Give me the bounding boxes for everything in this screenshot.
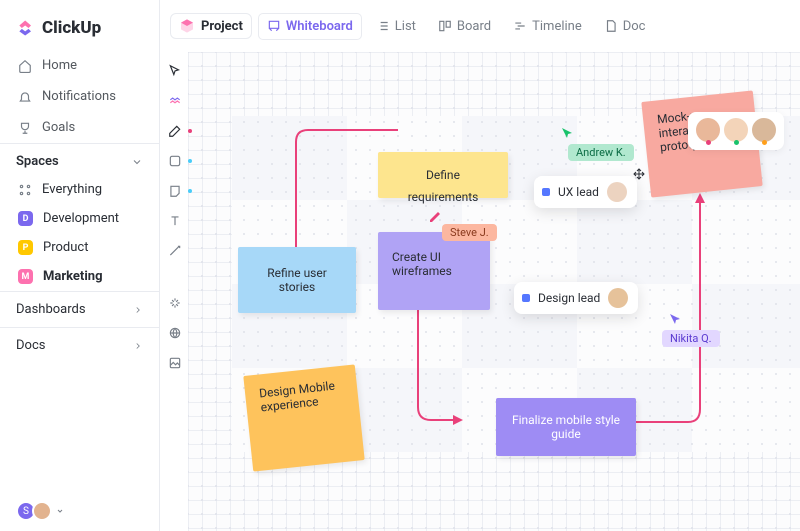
user-tag-andrew: Andrew K. — [568, 144, 634, 161]
task-chip-label: Design lead — [538, 291, 600, 305]
tab-list[interactable]: List — [368, 14, 424, 39]
user-tag-steve: Steve J. — [442, 224, 497, 241]
brand-logo: ClickUp — [0, 0, 159, 50]
text-tool-icon[interactable] — [168, 214, 182, 228]
space-development[interactable]: D Development — [0, 204, 159, 233]
space-product[interactable]: P Product — [0, 233, 159, 262]
toolstrip — [160, 52, 188, 370]
board-icon — [438, 19, 452, 33]
cursor-icon-green — [560, 126, 574, 140]
globe-tool-icon[interactable] — [168, 326, 182, 340]
topbar: Project Whiteboard List Board Timeline D… — [160, 0, 800, 52]
tab-whiteboard[interactable]: Whiteboard — [258, 13, 362, 40]
assignee-avatar — [608, 288, 628, 308]
trophy-icon — [18, 121, 32, 135]
cursor-tool-icon[interactable] — [168, 64, 182, 78]
brand-name: ClickUp — [42, 18, 101, 38]
user-tag-nikita: Nikita Q. — [662, 330, 720, 347]
main: Project Whiteboard List Board Timeline D… — [160, 0, 800, 531]
nav-notifications[interactable]: Notifications — [0, 81, 159, 112]
image-tool-icon[interactable] — [168, 356, 182, 370]
spaces-header[interactable]: Spaces — [0, 143, 159, 175]
dashboards-label: Dashboards — [16, 302, 86, 317]
grid-icon — [18, 183, 32, 197]
nav-goals-label: Goals — [42, 120, 75, 135]
chevron-right-icon — [133, 305, 143, 315]
presence-avatar — [752, 118, 776, 142]
note-define-requirements[interactable]: Define requirements — [378, 152, 508, 198]
tab-doc[interactable]: Doc — [596, 14, 654, 39]
note-finalize-guide[interactable]: Finalize mobile style guide — [496, 398, 636, 456]
user-presence[interactable]: S — [16, 501, 64, 521]
chevron-down-icon — [131, 156, 143, 168]
task-chip-label: UX lead — [558, 185, 599, 199]
clickup-logo-icon — [16, 18, 36, 38]
space-marketing-label: Marketing — [43, 269, 103, 284]
docs-label: Docs — [16, 338, 45, 353]
space-marketing[interactable]: M Marketing — [0, 262, 159, 291]
tab-timeline[interactable]: Timeline — [505, 14, 590, 39]
chevron-right-icon — [133, 341, 143, 351]
whiteboard-icon — [267, 19, 281, 33]
tab-board-label: Board — [457, 19, 491, 34]
sparkle-tool-icon[interactable] — [168, 296, 182, 310]
nav-goals[interactable]: Goals — [0, 112, 159, 143]
note-create-wireframes[interactable]: Create UI wireframes — [378, 232, 490, 310]
pencil-icon — [428, 208, 442, 222]
connector-tool-icon[interactable] — [168, 244, 182, 258]
status-dot — [542, 188, 550, 196]
tab-doc-label: Doc — [623, 19, 646, 34]
status-dot — [522, 294, 530, 302]
user-avatar — [32, 501, 52, 521]
space-development-label: Development — [43, 211, 119, 226]
tab-whiteboard-label: Whiteboard — [286, 19, 353, 34]
nav-notifications-label: Notifications — [42, 89, 116, 104]
task-chip-design-lead[interactable]: Design lead — [514, 282, 638, 314]
presence-avatar — [724, 118, 748, 142]
doc-icon — [604, 19, 618, 33]
bell-icon — [18, 90, 32, 104]
clickup-tool-icon[interactable] — [168, 94, 182, 108]
space-badge: M — [18, 269, 33, 284]
task-chip-ux-lead[interactable]: UX lead — [534, 176, 637, 208]
chevron-down-icon — [56, 507, 64, 515]
nav-home-label: Home — [42, 58, 77, 73]
space-badge: D — [18, 211, 33, 226]
space-badge: P — [18, 240, 33, 255]
nav-home[interactable]: Home — [0, 50, 159, 81]
sidebar: ClickUp Home Notifications Goals Spaces … — [0, 0, 160, 531]
presence-avatars[interactable] — [688, 112, 784, 150]
presence-avatar — [696, 118, 720, 142]
list-icon — [376, 19, 390, 33]
space-product-label: Product — [43, 240, 88, 255]
breadcrumb-label: Project — [201, 19, 243, 34]
space-everything[interactable]: Everything — [0, 175, 159, 204]
move-handle-icon[interactable] — [633, 168, 645, 180]
whiteboard-canvas[interactable]: Define requirements Refine user stories … — [188, 52, 800, 531]
assignee-avatar — [607, 182, 627, 202]
tab-list-label: List — [395, 19, 416, 34]
note-refine-stories[interactable]: Refine user stories — [238, 247, 356, 313]
spaces-header-label: Spaces — [16, 154, 59, 169]
space-everything-label: Everything — [42, 182, 102, 197]
docs-section[interactable]: Docs — [0, 327, 159, 363]
sticky-tool-icon[interactable] — [168, 184, 182, 198]
cube-icon — [179, 18, 195, 34]
tab-timeline-label: Timeline — [532, 19, 582, 34]
tab-board[interactable]: Board — [430, 14, 499, 39]
shape-tool-icon[interactable] — [168, 154, 182, 168]
cursor-icon-purple — [668, 312, 682, 326]
home-icon — [18, 59, 32, 73]
dashboards-section[interactable]: Dashboards — [0, 291, 159, 327]
timeline-icon — [513, 19, 527, 33]
breadcrumb[interactable]: Project — [170, 13, 252, 39]
pen-tool-icon[interactable] — [168, 124, 182, 138]
note-design-mobile[interactable]: Design Mobile experience — [243, 364, 364, 471]
